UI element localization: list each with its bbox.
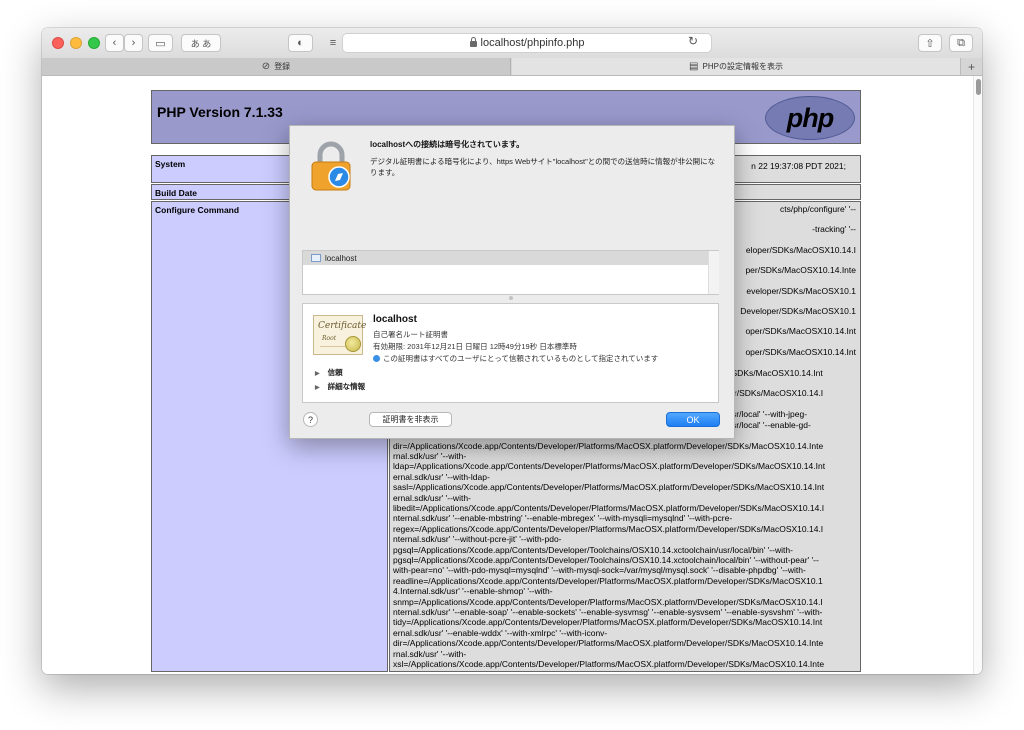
reload-icon[interactable]: ↻ (688, 34, 698, 48)
certificate-sheet: localhostへの接続は暗号化されています。 デジタル証明書による暗号化によ… (289, 125, 735, 439)
configure-line: sasl=/Applications/Xcode.app/Contents/De… (393, 482, 825, 493)
configure-line: nternal.sdk/usr' '--enable-mbstring' '--… (393, 513, 733, 524)
new-tab-button[interactable]: + (960, 58, 982, 75)
ok-button[interactable]: OK (666, 412, 720, 427)
configure-line: regex=/Applications/Xcode.app/Contents/D… (393, 523, 824, 534)
php-logo-text: php (786, 102, 834, 133)
tab-bar: ⊘ 登録 ▤ PHPの設定情報を表示 + (42, 58, 982, 76)
sheet-title: localhostへの接続は暗号化されています。 (370, 140, 525, 149)
php-logo: php (765, 96, 855, 140)
configure-line: snmp=/Applications/Xcode.app/Contents/De… (393, 596, 823, 607)
share-button[interactable]: ⇧ (918, 34, 942, 52)
tab-phpinfo[interactable]: ▤ PHPの設定情報を表示 (512, 58, 960, 75)
configure-line: 4.Internal.sdk/usr' '--enable-shmop' '--… (393, 586, 553, 597)
page-scrollbar[interactable] (973, 76, 982, 674)
certificate-type: 自己署名ルート証明書 (373, 330, 448, 339)
configure-line: libedit=/Applications/Xcode.app/Contents… (393, 502, 825, 513)
lock-icon (311, 141, 351, 191)
back-button[interactable]: ‹ (105, 34, 124, 52)
certificate-image-script: Certificate (318, 321, 367, 331)
tabs-icon: ⧉ (957, 36, 965, 49)
close-window-button[interactable] (52, 37, 64, 49)
compass-icon: ⊘ (261, 61, 271, 72)
url-text: localhost/phpinfo.php (480, 37, 585, 49)
configure-line: nternal.sdk/usr' '--enable-soap' '--enab… (393, 607, 823, 617)
certificate-expiry: 有効期限: 2031年12月21日 日曜日 12時49分19秒 日本標準時 (373, 342, 577, 351)
certificate-icon (311, 254, 321, 262)
shield-icon: ◐ (297, 37, 304, 49)
certificate-list: localhost (302, 250, 719, 295)
hide-certificate-button[interactable]: 証明書を非表示 (369, 412, 452, 427)
chevron-left-icon: ‹ (112, 37, 117, 49)
lock-icon (469, 37, 477, 47)
configure-line: rnal.sdk/usr' '--with- (393, 450, 467, 461)
configure-line: ernal.sdk/usr' '--with-ldap- (393, 471, 490, 482)
details-section-label: 詳細な情報 (327, 382, 366, 391)
configure-line: ldap=/Applications/Xcode.app/Contents/De… (393, 461, 826, 472)
sheet-description: デジタル証明書による暗号化により、https Webサイト"localhost"… (370, 157, 716, 177)
configure-line: ernal.sdk/usr' '--with- (393, 492, 471, 503)
plus-icon: + (967, 59, 975, 74)
chevron-right-icon: › (131, 37, 136, 49)
configure-line: rnal.sdk/usr' '--with- (393, 648, 467, 659)
toolbar: ‹ › ▭ あ あ ◐ ≡ localhost/phpinfo.php ↻ ⇧ … (42, 28, 982, 59)
configure-line: with-pear=no' '--with-pdo-mysql=mysqlnd'… (393, 565, 806, 576)
certificate-trust-note: この証明書はすべてのユーザにとって信頼されているものとして指定されています (373, 353, 658, 364)
forward-button[interactable]: › (124, 34, 143, 52)
tab-label: PHPの設定情報を表示 (702, 62, 783, 71)
disclosure-triangle-icon: ▶ (315, 371, 320, 377)
sidebar-button[interactable]: ▭ (148, 34, 173, 52)
show-tabs-button[interactable]: ⧉ (949, 34, 973, 52)
splitter-handle[interactable] (509, 296, 513, 300)
tab-register[interactable]: ⊘ 登録 (42, 58, 511, 75)
disclosure-triangle-icon: ▶ (315, 385, 320, 391)
certificate-image-subtext: Root (322, 335, 337, 342)
configure-line: dir=/Applications/Xcode.app/Contents/Dev… (393, 440, 824, 451)
configure-line: xsl=/Applications/Xcode.app/Contents/Dev… (393, 659, 825, 670)
help-button[interactable]: ? (303, 412, 318, 427)
privacy-report-button[interactable]: ◐ (288, 34, 313, 52)
configure-line: nternal.sdk/usr' '--without-pcre-jit' '-… (393, 534, 562, 545)
scroll-thumb[interactable] (976, 79, 981, 95)
certificate-seal (345, 336, 361, 352)
configure-line: dir=/Applications/Xcode.app/Contents/Dev… (393, 638, 824, 649)
certificate-name: localhost (373, 314, 417, 325)
tab-label: 登録 (274, 62, 291, 71)
page-content: PHP Version 7.1.33 php System n 22 19:37… (42, 76, 982, 674)
list-scrollbar[interactable] (708, 251, 719, 294)
php-version-title: PHP Version 7.1.33 (157, 104, 283, 120)
page-icon: ▤ (689, 61, 699, 72)
certificate-image-icon: Certificate Root (313, 315, 367, 355)
configure-line: readline=/Applications/Xcode.app/Content… (393, 575, 823, 586)
certificate-list-item[interactable]: localhost (303, 251, 708, 265)
details-disclosure[interactable]: ▶ 詳細な情報 (315, 381, 365, 392)
address-bar[interactable]: localhost/phpinfo.php (342, 33, 712, 53)
trust-note-text: この証明書はすべてのユーザにとって信頼されているものとして指定されています (383, 354, 659, 363)
configure-line: tidy=/Applications/Xcode.app/Contents/De… (393, 617, 823, 628)
trust-disclosure[interactable]: ▶ 信頼 (315, 367, 343, 378)
minimize-window-button[interactable] (70, 37, 82, 49)
zoom-window-button[interactable] (88, 37, 100, 49)
sidebar-icon: ▭ (155, 37, 166, 50)
info-plus-icon (373, 355, 380, 362)
reader-icon: ≡ (329, 37, 337, 49)
trust-section-label: 信頼 (327, 368, 343, 377)
configure-line: ernal.sdk/usr' '--enable-wddx' '--with-x… (393, 627, 608, 638)
question-icon: ? (307, 414, 313, 425)
list-item-label: localhost (325, 253, 357, 263)
configure-line: pgsql=/Applications/Xcode.app/Contents/D… (393, 544, 793, 555)
certificate-detail: Certificate Root localhost 自己署名ルート証明書 有効… (302, 303, 719, 403)
translate-button[interactable]: あ あ (181, 34, 221, 52)
safari-window: ‹ › ▭ あ あ ◐ ≡ localhost/phpinfo.php ↻ ⇧ … (42, 28, 982, 674)
share-icon: ⇧ (925, 37, 935, 50)
translate-icon: あ あ (190, 38, 212, 49)
configure-line: pgsql=/Applications/Xcode.app/Contents/D… (393, 554, 819, 565)
certificate-image-line (320, 346, 346, 347)
